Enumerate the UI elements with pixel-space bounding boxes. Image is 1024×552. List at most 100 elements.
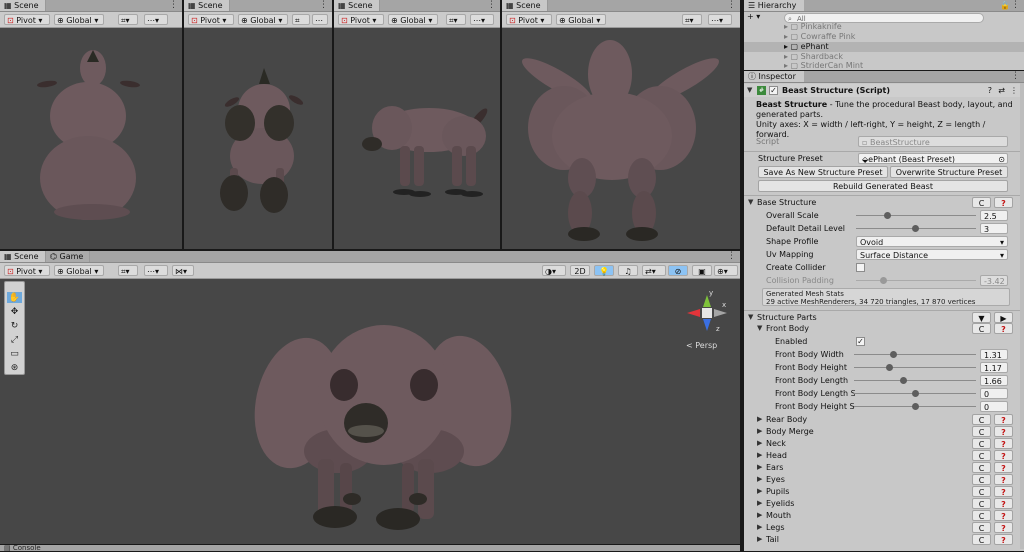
- hand-tool-icon[interactable]: ✋: [7, 292, 22, 303]
- front-body-length-input[interactable]: 1.66: [980, 375, 1008, 386]
- pivot-dropdown[interactable]: ⊡ Pivot ▾: [188, 14, 234, 25]
- help-button[interactable]: ?: [994, 510, 1013, 521]
- reset-button[interactable]: C: [972, 474, 991, 485]
- foldout-arrow-icon[interactable]: ▼: [747, 84, 752, 97]
- reset-button[interactable]: C: [972, 450, 991, 461]
- reset-button[interactable]: C: [972, 522, 991, 533]
- global-dropdown[interactable]: ⊕ Global ▾: [54, 265, 104, 276]
- help-button[interactable]: ?: [994, 323, 1013, 334]
- audio-icon[interactable]: ♫: [618, 265, 638, 276]
- slider-knob[interactable]: [884, 212, 891, 219]
- front-body-length-shape-input[interactable]: 0: [980, 388, 1008, 399]
- persp-label[interactable]: < Persp: [686, 341, 717, 350]
- increment-snap-icon[interactable]: ⋯▾: [470, 14, 494, 25]
- kebab-menu-icon[interactable]: ⋮: [727, 251, 736, 262]
- reset-button[interactable]: C: [972, 197, 991, 208]
- hierarchy-item-selected[interactable]: ▸ ▢ ePhant: [744, 42, 1024, 52]
- pivot-dropdown[interactable]: ⊡ Pivot ▾: [4, 14, 50, 25]
- tab-game[interactable]: ⌬ Game: [46, 251, 91, 262]
- rect-tool-icon[interactable]: ▭: [7, 348, 22, 359]
- kebab-menu-icon[interactable]: ⋮: [1011, 71, 1020, 82]
- slider-knob[interactable]: [912, 225, 919, 232]
- scene-viewport-3[interactable]: [334, 28, 500, 249]
- detail-level-input[interactable]: 3: [980, 223, 1008, 234]
- uv-mapping-dropdown[interactable]: Surface Distance ▾: [856, 249, 1008, 260]
- reset-button[interactable]: C: [972, 510, 991, 521]
- help-button[interactable]: ?: [994, 522, 1013, 533]
- overwrite-preset-button[interactable]: Overwrite Structure Preset: [890, 166, 1008, 178]
- tab-scene[interactable]: ▦ Scene: [0, 251, 46, 262]
- effects-icon[interactable]: ⇄▾: [642, 265, 666, 276]
- global-dropdown[interactable]: ⊕ Global ▾: [238, 14, 288, 25]
- help-button[interactable]: ?: [994, 474, 1013, 485]
- increment-snap-icon[interactable]: ⋯▾: [708, 14, 732, 25]
- reset-button[interactable]: C: [972, 414, 991, 425]
- component-menu-icon[interactable]: ⋮: [1010, 84, 1018, 97]
- grid-snap-icon[interactable]: ⌗▾: [682, 14, 702, 25]
- grid-snap-icon[interactable]: ⌗: [292, 14, 310, 25]
- reset-button[interactable]: C: [972, 462, 991, 473]
- lighting-icon[interactable]: 💡: [594, 265, 614, 276]
- hierarchy-item[interactable]: ▸ ▢ Cowraffe Pink: [744, 32, 1024, 42]
- front-body-height-input[interactable]: 1.17: [980, 362, 1008, 373]
- grid-snap-icon[interactable]: ⌗▾: [118, 265, 138, 276]
- help-button[interactable]: ?: [994, 450, 1013, 461]
- hierarchy-item[interactable]: ▸ ▢ Pinkaknife: [744, 22, 1024, 32]
- help-button[interactable]: ?: [994, 534, 1013, 545]
- help-button[interactable]: ?: [994, 426, 1013, 437]
- scale-tool-icon[interactable]: ⤢: [7, 334, 22, 345]
- reset-button[interactable]: C: [972, 426, 991, 437]
- foldout-arrow-icon[interactable]: ▼: [748, 196, 753, 209]
- pivot-dropdown[interactable]: ⊡ Pivot ▾: [338, 14, 384, 25]
- slider-knob[interactable]: [890, 351, 897, 358]
- create-collider-checkbox[interactable]: [856, 263, 865, 272]
- front-body-height-shape-input[interactable]: 0: [980, 401, 1008, 412]
- overall-scale-slider[interactable]: [856, 215, 976, 216]
- tab-scene[interactable]: ▦ Scene: [502, 0, 548, 11]
- help-button[interactable]: ?: [994, 414, 1013, 425]
- preset-icon[interactable]: ⇄: [998, 84, 1005, 97]
- increment-snap-icon[interactable]: ⋯: [312, 14, 328, 25]
- tab-scene[interactable]: ▦ Scene: [334, 0, 380, 11]
- lock-icon[interactable]: 🔒: [1000, 0, 1010, 11]
- slider-knob[interactable]: [886, 364, 893, 371]
- part-row-tail[interactable]: ▶ Tail C?: [744, 533, 1024, 546]
- kebab-menu-icon[interactable]: ⋮: [1011, 0, 1020, 11]
- component-header[interactable]: ▼ # ✓ Beast Structure (Script) ? ⇄ ⋮: [744, 84, 1024, 97]
- tab-scene[interactable]: ▦ Scene: [0, 0, 46, 11]
- front-body-width-input[interactable]: 1.31: [980, 349, 1008, 360]
- slider-knob[interactable]: [900, 377, 907, 384]
- shading-mode-icon[interactable]: ◑▾: [542, 265, 566, 276]
- scene-viewport-4[interactable]: [502, 28, 740, 249]
- camera-icon[interactable]: ▣: [692, 265, 712, 276]
- help-button[interactable]: ?: [994, 438, 1013, 449]
- kebab-menu-icon[interactable]: ⋮: [319, 0, 328, 11]
- overall-scale-input[interactable]: 2.5: [980, 210, 1008, 221]
- hidden-objects-icon[interactable]: ⊘: [668, 265, 688, 276]
- help-button[interactable]: ?: [994, 462, 1013, 473]
- reset-button[interactable]: C: [972, 486, 991, 497]
- front-body-header[interactable]: ▼ Front Body C ?: [744, 322, 1024, 335]
- main-scene-viewport[interactable]: ✋ ✥ ↻ ⤢ ▭ ⊛ y x z < Persp: [0, 279, 740, 544]
- increment-snap-icon[interactable]: ⋯▾: [144, 14, 168, 25]
- shape-profile-dropdown[interactable]: Ovoid ▾: [856, 236, 1008, 247]
- help-button[interactable]: ?: [994, 498, 1013, 509]
- object-picker-icon[interactable]: ⊙: [998, 154, 1005, 163]
- inspector-scrollbar[interactable]: [1020, 83, 1024, 549]
- slider-knob[interactable]: [912, 390, 919, 397]
- foldout-arrow-icon[interactable]: ▼: [757, 322, 762, 335]
- snap-settings-icon[interactable]: ⋈▾: [172, 265, 194, 276]
- base-structure-header[interactable]: ▼ Base Structure C ?: [744, 196, 1024, 209]
- global-dropdown[interactable]: ⊕ Global ▾: [388, 14, 438, 25]
- reset-button[interactable]: C: [972, 498, 991, 509]
- gizmos-icon[interactable]: ⊕▾: [714, 265, 738, 276]
- tab-scene[interactable]: ▦ Scene: [184, 0, 230, 11]
- increment-snap-icon[interactable]: ⋯▾: [144, 265, 168, 276]
- front-body-width-slider[interactable]: [854, 354, 976, 355]
- kebab-menu-icon[interactable]: ⋮: [487, 0, 496, 11]
- global-dropdown[interactable]: ⊕ Global ▾: [556, 14, 606, 25]
- help-button[interactable]: ?: [994, 197, 1013, 208]
- save-preset-button[interactable]: Save As New Structure Preset: [758, 166, 888, 178]
- grid-snap-icon[interactable]: ⌗▾: [446, 14, 466, 25]
- scene-viewport-1[interactable]: [0, 28, 182, 249]
